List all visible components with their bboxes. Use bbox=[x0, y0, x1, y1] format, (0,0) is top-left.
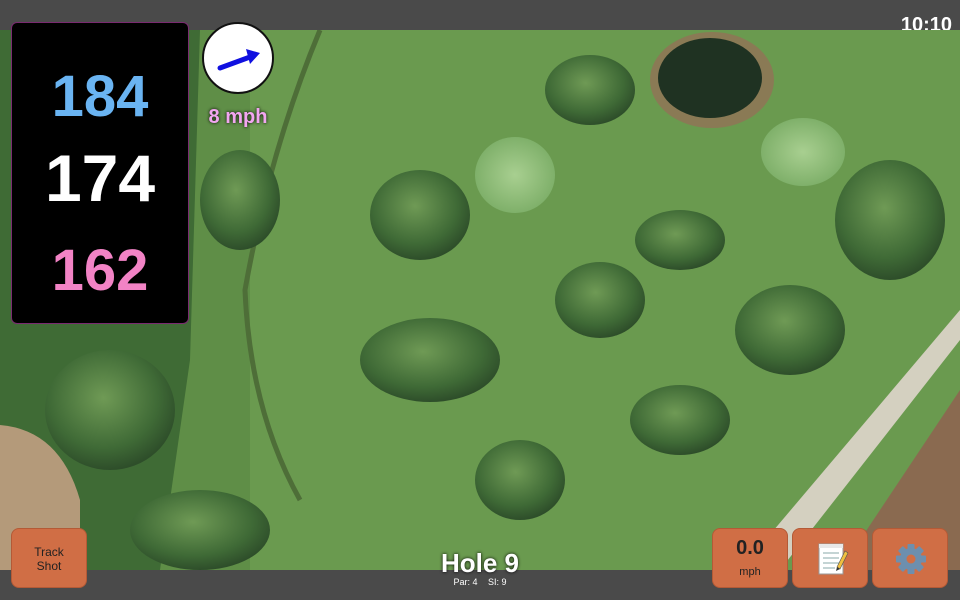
hole-title: Hole 9 bbox=[440, 548, 520, 578]
wind-indicator bbox=[202, 22, 274, 94]
distance-front: 162 bbox=[51, 238, 149, 303]
wind-speed-button[interactable]: 0.0 mph bbox=[712, 528, 788, 588]
hole-par: Par: 4 bbox=[453, 577, 478, 587]
gear-icon bbox=[896, 544, 926, 574]
map-green-1 bbox=[475, 137, 555, 213]
distance-middle: 174 bbox=[44, 141, 156, 215]
distance-back: 184 bbox=[51, 64, 149, 129]
scorecard-button[interactable] bbox=[792, 528, 868, 588]
wind-speed-unit: mph bbox=[739, 566, 761, 578]
wind-speed-label: 8 mph bbox=[208, 106, 268, 128]
map-pond bbox=[658, 38, 762, 118]
track-shot-label-line1: Track bbox=[34, 545, 64, 559]
track-shot-label-line2: Shot bbox=[36, 559, 62, 573]
settings-button[interactable] bbox=[872, 528, 948, 588]
scorecard-notepad-icon bbox=[818, 543, 849, 575]
wind-direction-arrow-icon bbox=[217, 49, 260, 71]
track-shot-button[interactable]: Track Shot bbox=[11, 528, 87, 588]
hole-details: Par: 4 SI: 9 bbox=[400, 577, 560, 587]
map-green-2 bbox=[761, 118, 845, 186]
distance-panel: 184 174 162 bbox=[11, 22, 189, 324]
hole-stroke-index: SI: 9 bbox=[488, 577, 507, 587]
wind-speed-value: 0.0 bbox=[736, 537, 764, 559]
